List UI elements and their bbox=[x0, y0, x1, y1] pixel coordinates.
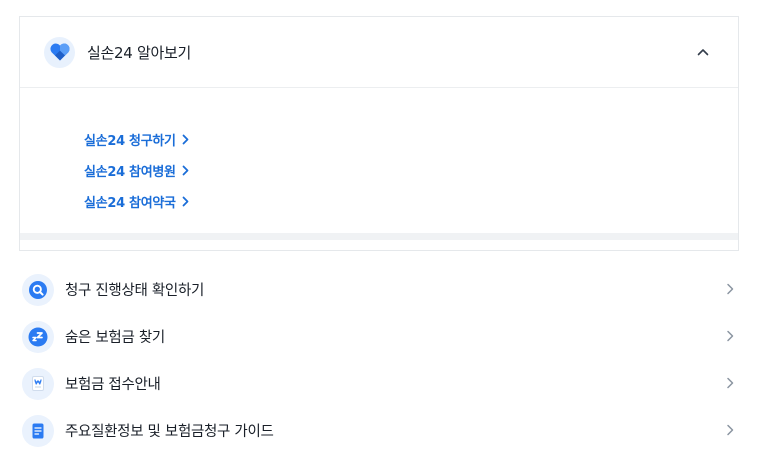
page: 실손24 알아보기 실손24 청구하기 실손24 참여병원 실손24 참여약국 … bbox=[0, 0, 758, 458]
heart-icon bbox=[44, 36, 75, 68]
menu-item-claim-status[interactable]: 청구 진행상태 확인하기 bbox=[19, 266, 739, 313]
link-label: 실손24 청구하기 bbox=[84, 134, 176, 149]
menu-label: 숨은 보험금 찾기 bbox=[65, 330, 165, 346]
collapse-chevron-up-icon[interactable] bbox=[692, 41, 714, 63]
won-receipt-icon bbox=[22, 367, 54, 400]
chevron-right-icon bbox=[727, 330, 734, 342]
document-icon bbox=[22, 414, 54, 447]
link-label: 실손24 참여병원 bbox=[84, 165, 176, 180]
silson24-accordion: 실손24 알아보기 실손24 청구하기 실손24 참여병원 실손24 참여약국 bbox=[19, 16, 739, 251]
menu-label: 보험금 접수안내 bbox=[65, 377, 161, 393]
accordion-body: 실손24 청구하기 실손24 참여병원 실손24 참여약국 bbox=[20, 88, 738, 240]
menu-item-claim-guide[interactable]: 보험금 접수안내 bbox=[19, 360, 739, 407]
card-footer-strip bbox=[20, 233, 738, 240]
service-menu-list: 청구 진행상태 확인하기 숨은 보험금 찾기 보험금 접수안내 주요질환정보 및… bbox=[19, 266, 739, 454]
chevron-right-icon bbox=[182, 196, 189, 207]
chevron-right-icon bbox=[727, 283, 734, 295]
menu-label: 주요질환정보 및 보험금청구 가이드 bbox=[65, 424, 274, 440]
link-label: 실손24 참여약국 bbox=[84, 196, 176, 211]
accordion-header[interactable]: 실손24 알아보기 bbox=[20, 17, 738, 88]
chevron-right-icon bbox=[182, 165, 189, 176]
chevron-right-icon bbox=[727, 377, 734, 389]
chevron-right-icon bbox=[727, 424, 734, 436]
search-icon bbox=[22, 273, 54, 306]
menu-item-hidden-insurance[interactable]: 숨은 보험금 찾기 bbox=[19, 313, 739, 360]
menu-label: 청구 진행상태 확인하기 bbox=[65, 283, 205, 299]
silson24-hospitals-link[interactable]: 실손24 참여병원 bbox=[84, 155, 189, 186]
silson24-pharmacies-link[interactable]: 실손24 참여약국 bbox=[84, 186, 189, 217]
accordion-title: 실손24 알아보기 bbox=[87, 43, 191, 62]
menu-item-disease-guide[interactable]: 주요질환정보 및 보험금청구 가이드 bbox=[19, 407, 739, 454]
zzz-icon bbox=[22, 320, 54, 353]
silson24-claim-link[interactable]: 실손24 청구하기 bbox=[84, 124, 189, 155]
chevron-right-icon bbox=[182, 134, 189, 145]
